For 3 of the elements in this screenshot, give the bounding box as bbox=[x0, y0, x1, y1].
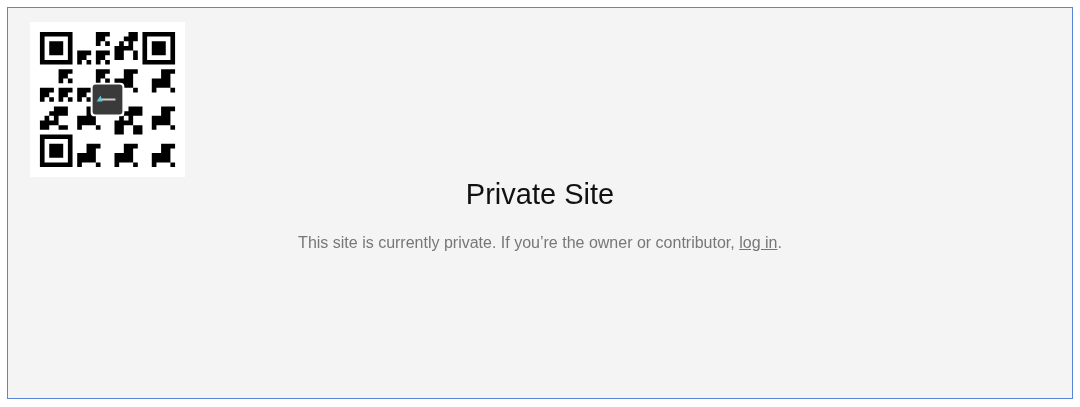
page-heading: Private Site bbox=[465, 177, 615, 211]
log-in-link[interactable]: log in bbox=[739, 234, 778, 251]
private-site-message: This site is currently private. If you’re the owner or contributor, log in. bbox=[298, 233, 782, 253]
